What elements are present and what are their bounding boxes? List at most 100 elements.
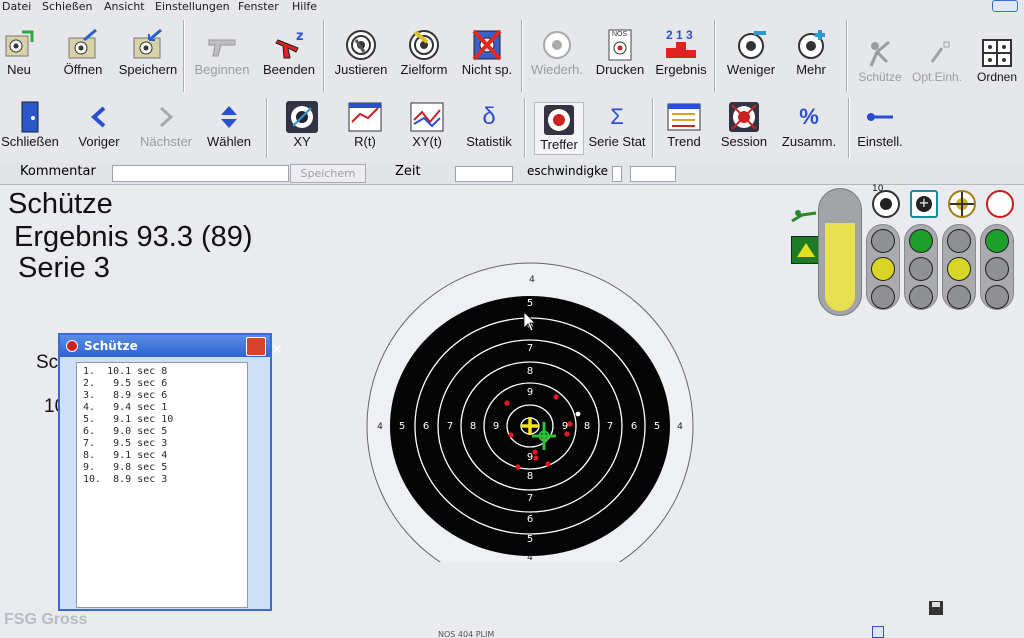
dialog-close-button[interactable]: ✕ [246,337,283,358]
select-button[interactable]: Wählen [202,100,256,149]
repeat-button[interactable]: Wiederh. [526,28,588,77]
statistics-button[interactable]: δ Statistik [462,100,516,149]
next-button[interactable]: Nächster [134,100,198,149]
save-disk-icon[interactable] [928,600,946,616]
comment-input[interactable] [112,165,289,182]
comment-save-button[interactable]: Speichern [290,164,366,183]
less-button[interactable]: Weniger [722,28,780,77]
shooting-target[interactable]: 5 6 7 8 9 9 8 7 6 5 5 6 7 8 9 9 8 7 6 5 … [360,262,700,562]
shooter-label: Schütze [858,70,902,84]
save-toolbar-button[interactable]: Speichern [114,28,182,77]
list-item[interactable]: 1. 10.1 sec 8 [83,366,167,378]
list-item[interactable]: 3. 8.9 sec 6 [83,390,167,402]
shot-hole[interactable] [564,431,570,437]
ring-number-bottom: 5 [527,534,533,545]
xy-t-chart-icon [410,100,444,134]
summary-button[interactable]: % Zusamm. [780,100,838,149]
toolbar-separator [323,20,324,92]
end-label: Beenden [262,62,316,77]
arrange-button[interactable]: Ordnen [972,36,1022,84]
xy-t-button[interactable]: XY(t) [405,100,449,149]
lamp-off [985,285,1009,309]
menu-fenster[interactable]: Fenster [238,0,279,13]
toolbar-separator [521,20,522,92]
scroll-indicator[interactable] [872,626,884,638]
ring-number-right: 6 [631,421,637,432]
nos-label: NOS [612,31,628,38]
main-toolbar: Neu Öffnen Speichern Beginnen z Beenden [0,16,1024,97]
comment-bar: Kommentar Speichern Zeit eschwindigke [0,162,1024,185]
not-scored-button[interactable]: Nicht sp. [458,28,516,77]
series-stat-button[interactable]: Σ Serie Stat [586,100,648,149]
target-form-label: Zielform [400,62,448,77]
result-button[interactable]: 2 1 3 Ergebnis [652,28,710,77]
list-item[interactable]: 8. 9.1 sec 4 [83,450,167,462]
menu-datei[interactable]: Datei [2,0,31,13]
status-light-2 [904,224,938,310]
shooter-dialog[interactable]: Schütze ✕ 1. 10.1 sec 8 2. 9.5 sec 6 3. … [58,333,283,611]
shooter-name: Schütze [8,188,113,220]
menu-hilfe[interactable]: Hilfe [292,0,317,13]
list-item[interactable]: 10. 8.9 sec 3 [83,474,167,486]
ring-number-top: 8 [527,366,533,377]
adjust-button[interactable]: Justieren [330,28,392,77]
shot-hole[interactable] [508,432,514,438]
pistol-icon [205,28,239,62]
menu-einstellungen[interactable]: Einstellungen [155,0,230,13]
shot-hole[interactable] [533,455,539,461]
mode-red-ring-icon[interactable] [986,190,1014,218]
list-item[interactable]: 7. 9.5 sec 3 [83,438,167,450]
opt-unit-button[interactable]: Opt.Einh. [910,36,964,84]
window-control-button[interactable] [992,0,1018,12]
dialog-title: Schütze [84,339,138,353]
toolbar-separator [714,20,715,92]
shooter-status-icon [790,208,820,223]
more-button[interactable]: Mehr [788,28,834,77]
session-button[interactable]: Session [716,100,772,149]
mode-crosshair-icon[interactable] [948,190,976,218]
adjust-label: Justieren [334,62,388,77]
dialog-title-bar[interactable]: Schütze ✕ [60,335,283,358]
shot-list[interactable]: 1. 10.1 sec 8 2. 9.5 sec 6 3. 8.9 sec 6 … [76,362,248,608]
mode-ten-icon[interactable]: 10 [872,184,900,218]
menu-schiessen[interactable]: Schießen [42,0,93,13]
close-button[interactable]: Schließen [0,100,60,149]
shooter-figure-icon [863,36,897,70]
list-item[interactable]: 2. 9.5 sec 6 [83,378,167,390]
shot-hole[interactable] [532,449,538,455]
shot-hole[interactable] [567,421,573,427]
hits-button[interactable]: Treffer [534,102,584,155]
lamp-green [985,229,1009,253]
list-item[interactable]: 5. 9.1 sec 10 [83,414,173,426]
r-t-chart-icon [348,100,382,134]
ring-number-right: 5 [654,421,660,432]
session-target-icon [727,100,761,134]
speed-checkbox[interactable] [612,166,622,182]
ring-number-right: 9 [562,421,568,432]
list-item[interactable]: 9. 9.8 sec 5 [83,462,167,474]
begin-button[interactable]: Beginnen [188,28,256,77]
previous-button[interactable]: Voriger [72,100,126,149]
shot-hole[interactable] [504,400,510,406]
list-item[interactable]: 4. 9.4 sec 1 [83,402,167,414]
new-button[interactable]: Neu [0,28,38,77]
list-item[interactable]: 6. 9.0 sec 5 [83,426,167,438]
shot-hole[interactable] [553,394,559,400]
menu-ansicht[interactable]: Ansicht [104,0,145,13]
settings-button[interactable]: Einstell. [854,100,906,149]
print-button[interactable]: NOS Drucken [592,28,648,77]
speed-input[interactable] [630,166,676,182]
xy-button[interactable]: XY [280,100,324,149]
trend-button[interactable]: Trend [660,100,708,149]
end-button[interactable]: z Beenden [258,28,320,77]
r-t-button[interactable]: R(t) [343,100,387,149]
open-button[interactable]: Öffnen [60,28,106,77]
shot-hole[interactable] [515,464,521,470]
less-label: Weniger [726,62,776,77]
target-form-button[interactable]: Zielform [396,28,452,77]
pistol-stop-icon: z [272,28,306,62]
shot-hole[interactable] [545,461,551,467]
mode-plus-icon[interactable]: + [910,190,938,218]
shooter-button[interactable]: Schütze [854,36,906,84]
time-input[interactable] [455,166,513,182]
